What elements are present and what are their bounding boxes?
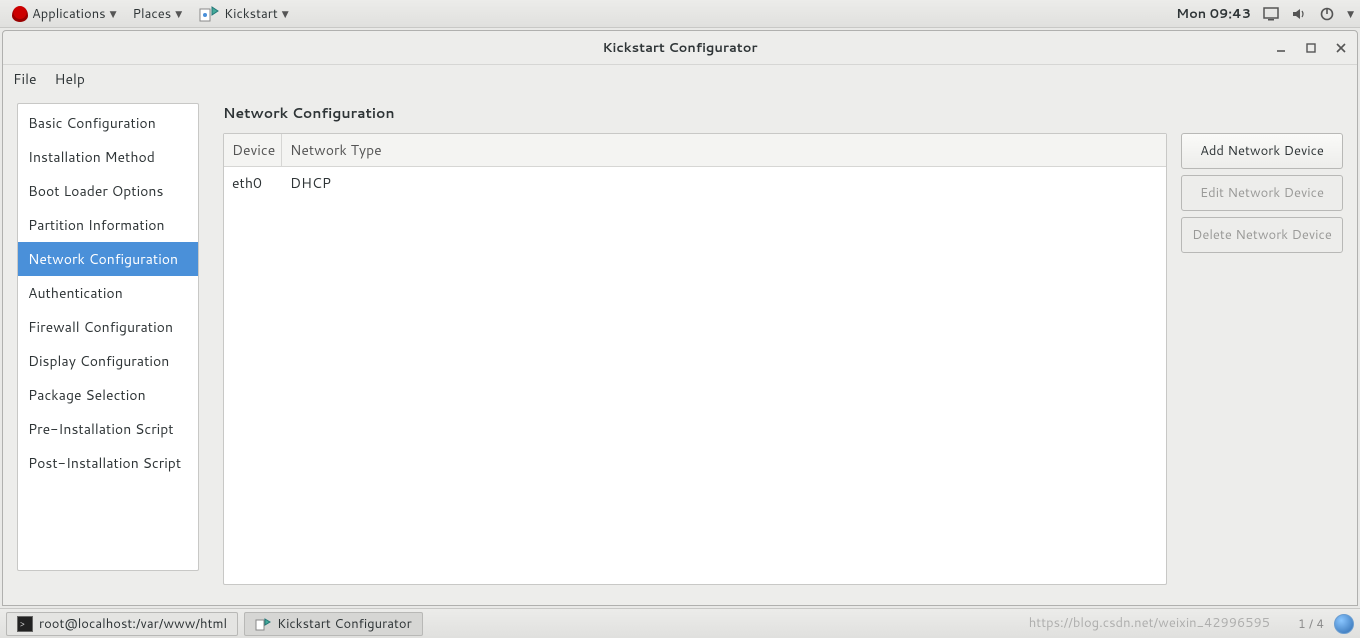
power-icon[interactable] — [1319, 6, 1335, 22]
chevron-down-icon[interactable]: ▼ — [1347, 7, 1354, 20]
edit-network-device-button: Edit Network Device — [1181, 175, 1343, 211]
sidebar-item-boot-loader-options[interactable]: Boot Loader Options — [18, 174, 198, 208]
main-panel: Network Configuration Device Network Typ… — [223, 103, 1343, 585]
cell-device: eth0 — [224, 167, 282, 199]
delete-network-device-button: Delete Network Device — [1181, 217, 1343, 253]
chevron-down-icon: ▼ — [175, 7, 182, 20]
chevron-down-icon: ▼ — [282, 7, 289, 20]
places-menu[interactable]: Places ▼ — [127, 3, 189, 25]
sidebar-item-partition-information[interactable]: Partition Information — [18, 208, 198, 242]
sidebar-item-post-installation-script[interactable]: Post-Installation Script — [18, 446, 198, 480]
sidebar-item-network-configuration[interactable]: Network Configuration — [18, 242, 198, 276]
app-window: Kickstart Configurator File Help Basic C… — [2, 30, 1358, 606]
menu-help[interactable]: Help — [55, 69, 85, 89]
section-heading: Network Configuration — [223, 103, 1343, 123]
kickstart-icon — [198, 3, 220, 25]
table-row[interactable]: eth0DHCP — [224, 167, 1166, 199]
minimize-button[interactable] — [1273, 40, 1289, 56]
taskbar-kickstart-label: Kickstart Configurator — [277, 615, 412, 633]
chevron-down-icon: ▼ — [110, 7, 117, 20]
workspace-pager[interactable]: 1 / 4 — [1298, 615, 1324, 632]
top-panel: Applications ▼ Places ▼ Kickstart ▼ Mon … — [0, 0, 1360, 28]
table-header: Device Network Type — [224, 134, 1166, 167]
sidebar-item-package-selection[interactable]: Package Selection — [18, 378, 198, 412]
close-button[interactable] — [1333, 40, 1349, 56]
table-body[interactable]: eth0DHCP — [224, 167, 1166, 584]
column-device[interactable]: Device — [224, 134, 282, 166]
monitor-icon[interactable] — [1263, 6, 1279, 22]
taskbar-item-kickstart[interactable]: Kickstart Configurator — [244, 612, 423, 636]
taskbar: root@localhost:/var/www/html Kickstart C… — [0, 608, 1360, 638]
sidebar-item-display-configuration[interactable]: Display Configuration — [18, 344, 198, 378]
workspace-switcher-icon[interactable] — [1334, 614, 1354, 634]
sidebar-item-installation-method[interactable]: Installation Method — [18, 140, 198, 174]
column-network-type[interactable]: Network Type — [282, 134, 1166, 166]
add-network-device-button[interactable]: Add Network Device — [1181, 133, 1343, 169]
taskbar-terminal-label: root@localhost:/var/www/html — [39, 615, 227, 633]
redhat-icon — [12, 6, 28, 22]
places-label: Places — [133, 5, 172, 23]
maximize-button[interactable] — [1303, 40, 1319, 56]
menu-file[interactable]: File — [13, 69, 37, 89]
kickstart-icon — [255, 616, 271, 632]
sidebar-item-basic-configuration[interactable]: Basic Configuration — [18, 106, 198, 140]
sidebar-item-firewall-configuration[interactable]: Firewall Configuration — [18, 310, 198, 344]
sidebar: Basic ConfigurationInstallation MethodBo… — [17, 103, 199, 571]
taskbar-item-terminal[interactable]: root@localhost:/var/www/html — [6, 612, 238, 636]
clock[interactable]: Mon 09:43 — [1176, 5, 1251, 23]
sidebar-item-authentication[interactable]: Authentication — [18, 276, 198, 310]
app-launcher-label: Kickstart — [224, 5, 278, 23]
applications-menu[interactable]: Applications ▼ — [6, 3, 123, 25]
network-table: Device Network Type eth0DHCP — [223, 133, 1167, 585]
app-launcher-menu[interactable]: Kickstart ▼ — [192, 1, 295, 27]
window-title: Kickstart Configurator — [603, 39, 758, 57]
menubar: File Help — [3, 65, 1357, 93]
cell-network-type: DHCP — [282, 167, 1166, 199]
sidebar-item-pre-installation-script[interactable]: Pre-Installation Script — [18, 412, 198, 446]
terminal-icon — [17, 616, 33, 632]
titlebar[interactable]: Kickstart Configurator — [3, 31, 1357, 65]
action-buttons: Add Network Device Edit Network Device D… — [1181, 133, 1343, 585]
applications-label: Applications — [32, 5, 106, 23]
volume-icon[interactable] — [1291, 6, 1307, 22]
